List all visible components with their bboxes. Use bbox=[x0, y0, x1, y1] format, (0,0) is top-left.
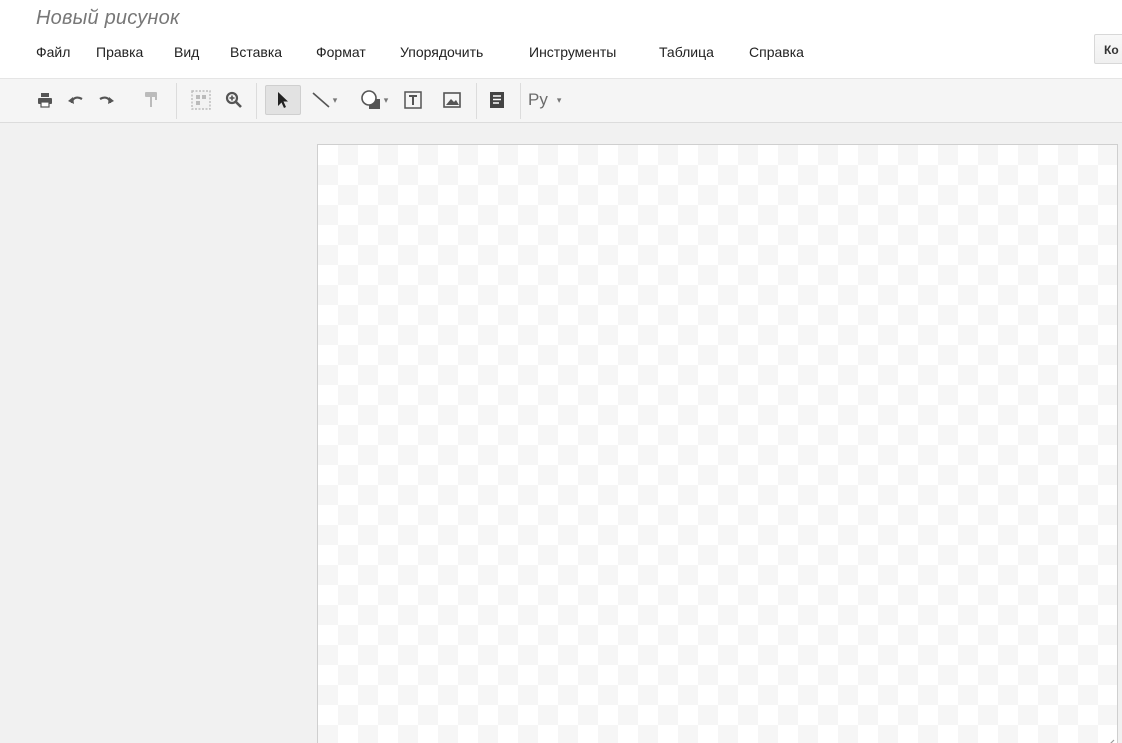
comment-icon bbox=[490, 92, 504, 108]
title-bar: Новый рисунок bbox=[0, 0, 1122, 36]
menu-view[interactable]: Вид bbox=[174, 44, 199, 60]
redo-icon bbox=[99, 96, 114, 104]
toolbar: ▾ ▾ Ру ▾ bbox=[0, 78, 1122, 123]
menu-tools[interactable]: Инструменты bbox=[529, 44, 616, 60]
toolbar-separator bbox=[476, 83, 477, 119]
font-name-label: Ру bbox=[528, 90, 548, 109]
select-button[interactable] bbox=[265, 85, 301, 115]
toolbar-separator bbox=[256, 83, 257, 119]
line-tool-button[interactable]: ▾ bbox=[304, 85, 344, 115]
menu-format[interactable]: Формат bbox=[316, 44, 366, 60]
redo-button[interactable] bbox=[94, 85, 118, 115]
undo-icon bbox=[68, 96, 83, 104]
print-icon bbox=[38, 93, 52, 108]
resize-handle-icon[interactable] bbox=[1101, 737, 1115, 743]
textbox-button[interactable] bbox=[399, 85, 427, 115]
font-menu-button[interactable]: Ру ▾ bbox=[528, 85, 584, 115]
menu-table[interactable]: Таблица bbox=[659, 44, 714, 60]
select-arrow-icon bbox=[278, 92, 288, 108]
zoom-button[interactable] bbox=[222, 85, 246, 115]
zoom-fit-button[interactable] bbox=[187, 85, 215, 115]
chevron-down-icon: ▾ bbox=[332, 94, 338, 105]
image-button[interactable] bbox=[438, 85, 466, 115]
print-button[interactable] bbox=[33, 85, 57, 115]
paint-format-button[interactable] bbox=[139, 85, 163, 115]
image-icon bbox=[443, 92, 461, 108]
comment-button[interactable] bbox=[484, 85, 510, 115]
toolbar-separator bbox=[520, 83, 521, 119]
chevron-down-icon: ▾ bbox=[383, 94, 389, 105]
menu-file[interactable]: Файл bbox=[36, 44, 70, 60]
menu-insert[interactable]: Вставка bbox=[230, 44, 282, 60]
drawing-canvas[interactable] bbox=[317, 144, 1118, 743]
toolbar-separator bbox=[176, 83, 177, 119]
chevron-down-icon: ▾ bbox=[556, 94, 562, 105]
document-title[interactable]: Новый рисунок bbox=[36, 7, 180, 30]
menu-arrange[interactable]: Упорядочить bbox=[400, 44, 483, 60]
menu-bar: Файл Правка Вид Вставка Формат Упорядочи… bbox=[0, 40, 1122, 66]
shape-tool-button[interactable]: ▾ bbox=[351, 85, 397, 115]
zoom-in-icon bbox=[225, 91, 242, 108]
menu-help[interactable]: Справка bbox=[749, 44, 804, 60]
line-icon bbox=[312, 92, 330, 108]
workspace bbox=[0, 123, 1122, 743]
undo-button[interactable] bbox=[64, 85, 88, 115]
menu-edit[interactable]: Правка bbox=[96, 44, 143, 60]
zoom-fit-icon bbox=[191, 90, 211, 110]
textbox-icon bbox=[404, 91, 422, 109]
shape-icon bbox=[360, 90, 380, 109]
paint-format-icon bbox=[145, 92, 157, 107]
